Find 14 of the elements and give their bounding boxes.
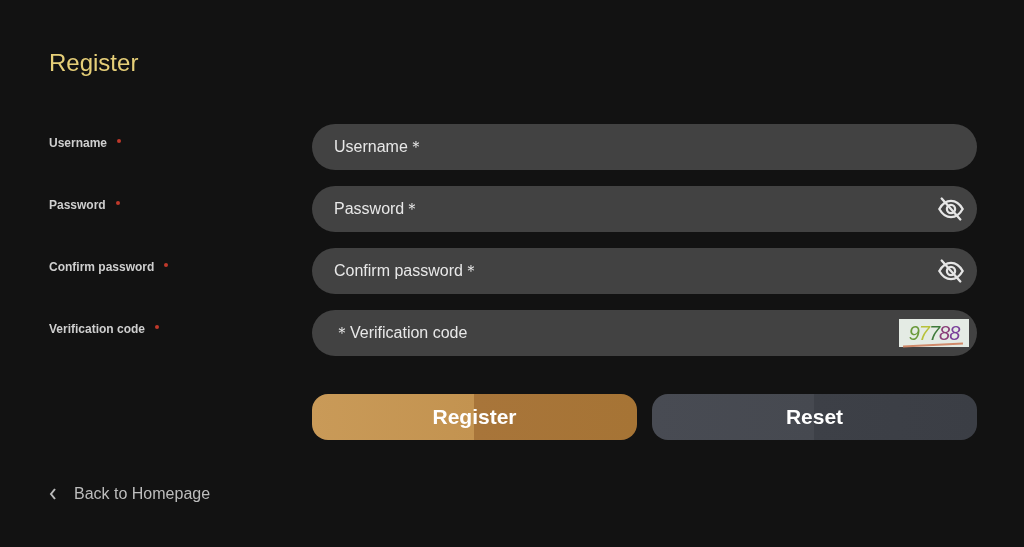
input-field[interactable]: Username＊ xyxy=(312,124,977,170)
captcha-image[interactable]: 97788 xyxy=(899,319,969,347)
eye-off-icon[interactable] xyxy=(937,257,965,285)
back-link[interactable]: Back to Homepage xyxy=(74,485,211,503)
field-label: Username xyxy=(49,136,108,150)
reset-button[interactable]: Reset xyxy=(652,394,977,440)
field-label: Verification code xyxy=(49,322,146,336)
input-field[interactable]: Password＊ xyxy=(312,186,977,232)
back-chevron-icon[interactable] xyxy=(49,488,57,500)
page-title: Register xyxy=(49,48,140,78)
field-label: Password xyxy=(49,198,106,212)
eye-off-icon[interactable] xyxy=(937,195,965,223)
field-label: Confirm password xyxy=(49,260,155,274)
input-field[interactable]: Confirm password＊ xyxy=(312,248,977,294)
